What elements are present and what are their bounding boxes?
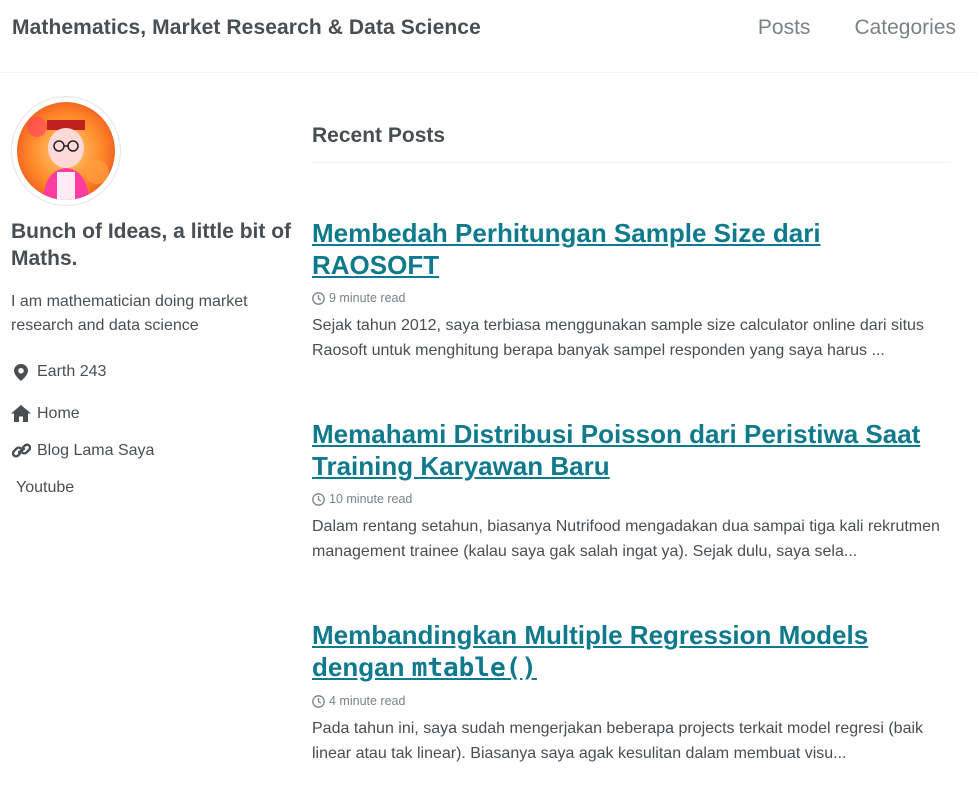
link-icon	[11, 442, 31, 460]
clock-icon	[312, 694, 325, 708]
main-content: Recent Posts Membedah Perhitungan Sample…	[312, 124, 950, 766]
post-excerpt: Pada tahun ini, saya sudah mengerjakan b…	[312, 720, 924, 762]
site-title-link[interactable]: Mathematics, Market Research & Data Scie…	[12, 16, 481, 40]
read-time: 9 minute read	[312, 291, 950, 305]
read-time: 4 minute read	[312, 694, 950, 708]
post-excerpt: Dalam rentang setahun, biasanya Nutrifoo…	[312, 518, 940, 560]
post-item: Memahami Distribusi Poisson dari Peristi…	[312, 418, 950, 564]
clock-icon	[312, 291, 325, 305]
post-excerpt: Sejak tahun 2012, saya terbiasa mengguna…	[312, 317, 924, 359]
nav-categories[interactable]: Categories	[854, 16, 956, 40]
avatar	[11, 96, 121, 206]
read-time: 10 minute read	[312, 492, 950, 506]
post-title-link[interactable]: Membandingkan Multiple Regression Models…	[312, 620, 868, 683]
author-link-home[interactable]: Home	[11, 395, 291, 432]
author-link-youtube[interactable]: Youtube	[11, 469, 291, 506]
home-icon	[11, 405, 31, 423]
read-time-label: 4 minute read	[329, 694, 406, 708]
post-title-text[interactable]: Membandingkan Multiple Regression Models…	[312, 620, 868, 682]
read-time-label: 9 minute read	[329, 291, 406, 305]
author-name: Bunch of Ideas, a little bit of Maths.	[11, 220, 292, 270]
top-nav: Posts Categories	[758, 16, 956, 40]
post-item: Membandingkan Multiple Regression Models…	[312, 619, 950, 766]
post-title: Memahami Distribusi Poisson dari Peristi…	[312, 418, 950, 482]
author-link-blog[interactable]: Blog Lama Saya	[11, 432, 291, 469]
author-link-home-label[interactable]: Home	[37, 405, 80, 423]
masthead: Mathematics, Market Research & Data Scie…	[0, 0, 978, 73]
author-bio: I am mathematician doing market research…	[11, 293, 248, 334]
clock-icon	[312, 492, 325, 506]
author-location: Earth 243	[11, 360, 291, 384]
archive-title: Recent Posts	[312, 124, 950, 163]
post-title-code[interactable]: mtable()	[412, 653, 537, 683]
post-title-link[interactable]: Memahami Distribusi Poisson dari Peristi…	[312, 419, 920, 481]
map-marker-icon	[11, 363, 31, 381]
post-title: Membedah Perhitungan Sample Size dari RA…	[312, 217, 950, 281]
post-title: Membandingkan Multiple Regression Models…	[312, 619, 950, 684]
author-link-blog-label[interactable]: Blog Lama Saya	[37, 442, 154, 460]
nav-posts[interactable]: Posts	[758, 16, 811, 40]
author-sidebar: Bunch of Ideas, a little bit of Maths. I…	[11, 96, 291, 506]
post-item: Membedah Perhitungan Sample Size dari RA…	[312, 217, 950, 363]
author-links: Earth 243 Home Blog Lama Saya Youtube	[11, 360, 291, 506]
author-link-youtube-label[interactable]: Youtube	[16, 479, 74, 497]
author-avatar-photo	[17, 102, 115, 200]
author-location-label: Earth 243	[37, 363, 107, 380]
post-title-link[interactable]: Membedah Perhitungan Sample Size dari RA…	[312, 218, 821, 280]
read-time-label: 10 minute read	[329, 492, 413, 506]
